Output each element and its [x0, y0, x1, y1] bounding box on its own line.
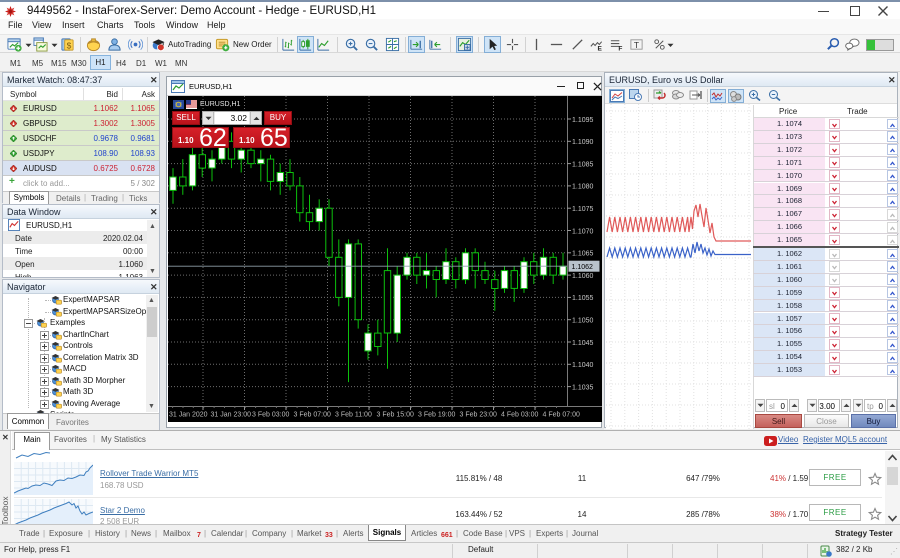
svg-text:1.1080: 1.1080	[572, 184, 594, 191]
svg-text:3 Feb 19:00: 3 Feb 19:00	[418, 412, 455, 419]
svg-text:1.1035: 1.1035	[572, 384, 594, 391]
svg-text:1.1062: 1.1062	[572, 264, 594, 271]
svg-text:1.1085: 1.1085	[572, 161, 594, 168]
svg-text:1.1040: 1.1040	[572, 362, 594, 369]
svg-text:3 Feb 23:00: 3 Feb 23:00	[460, 412, 497, 419]
svg-text:31 Jan 23:00: 31 Jan 23:00	[211, 412, 252, 419]
svg-text:1.1055: 1.1055	[572, 295, 594, 302]
svg-text:3 Feb 11:00: 3 Feb 11:00	[335, 412, 372, 419]
svg-text:3 Feb 07:00: 3 Feb 07:00	[294, 412, 331, 419]
svg-text:E: E	[597, 46, 602, 52]
svg-text:T: T	[634, 40, 639, 50]
svg-text:1.1095: 1.1095	[572, 117, 594, 124]
svg-text:4 Feb 03:00: 4 Feb 03:00	[501, 412, 538, 419]
svg-text:3 Feb 03:00: 3 Feb 03:00	[252, 412, 289, 419]
svg-text:4 Feb 07:00: 4 Feb 07:00	[543, 412, 580, 419]
svg-text:31 Jan 2020: 31 Jan 2020	[169, 412, 208, 419]
svg-text:1.1050: 1.1050	[572, 318, 594, 325]
svg-text:1.1045: 1.1045	[572, 340, 594, 347]
svg-text:$: $	[67, 40, 72, 50]
svg-text:1.1090: 1.1090	[572, 139, 594, 146]
svg-text:1.1075: 1.1075	[572, 206, 594, 213]
svg-text:F: F	[618, 46, 622, 52]
svg-text:1.1070: 1.1070	[572, 228, 594, 235]
svg-text:1.1060: 1.1060	[572, 273, 594, 280]
svg-text:3 Feb 15:00: 3 Feb 15:00	[377, 412, 414, 419]
svg-text:1.1065: 1.1065	[572, 251, 594, 258]
